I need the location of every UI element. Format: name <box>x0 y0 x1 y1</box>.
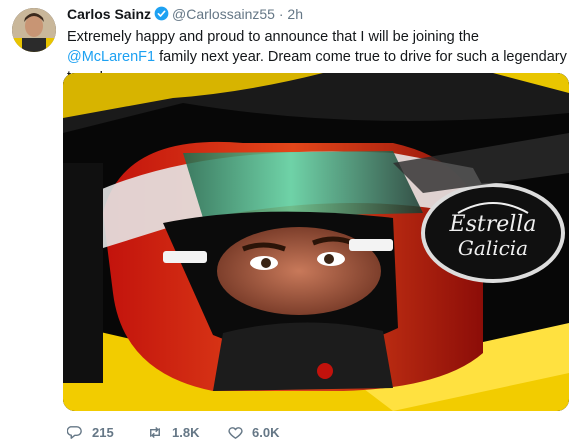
reply-icon <box>66 426 82 439</box>
separator-dot: · <box>278 6 284 22</box>
retweet-button[interactable]: 1.8K <box>146 424 199 441</box>
tweet-timestamp[interactable]: 2h <box>287 6 303 22</box>
tweet-text-part-1: Extremely happy and proud to announce th… <box>67 29 479 45</box>
reply-count: 215 <box>92 425 114 440</box>
like-button[interactable]: 6.0K <box>227 424 279 441</box>
svg-text:Galicia: Galicia <box>458 236 528 260</box>
retweet-icon <box>150 427 160 438</box>
mention-link[interactable]: @McLarenF1 <box>67 49 155 65</box>
svg-text:Estrella: Estrella <box>449 212 537 237</box>
tweet-header: Carlos Sainz @Carlossainz55 · 2h <box>67 6 303 22</box>
like-count: 6.0K <box>252 425 280 440</box>
author-handle[interactable]: @Carlossainz55 <box>172 6 275 22</box>
like-icon <box>228 427 243 439</box>
reply-button[interactable]: 215 <box>66 424 114 441</box>
avatar[interactable] <box>12 8 56 52</box>
verified-badge-icon <box>154 6 169 21</box>
tweet-media-photo[interactable]: Estrella Galicia <box>63 73 569 411</box>
retweet-count: 1.8K <box>172 425 200 440</box>
driver-photo: Estrella Galicia <box>63 73 569 411</box>
author-name[interactable]: Carlos Sainz <box>67 6 151 22</box>
